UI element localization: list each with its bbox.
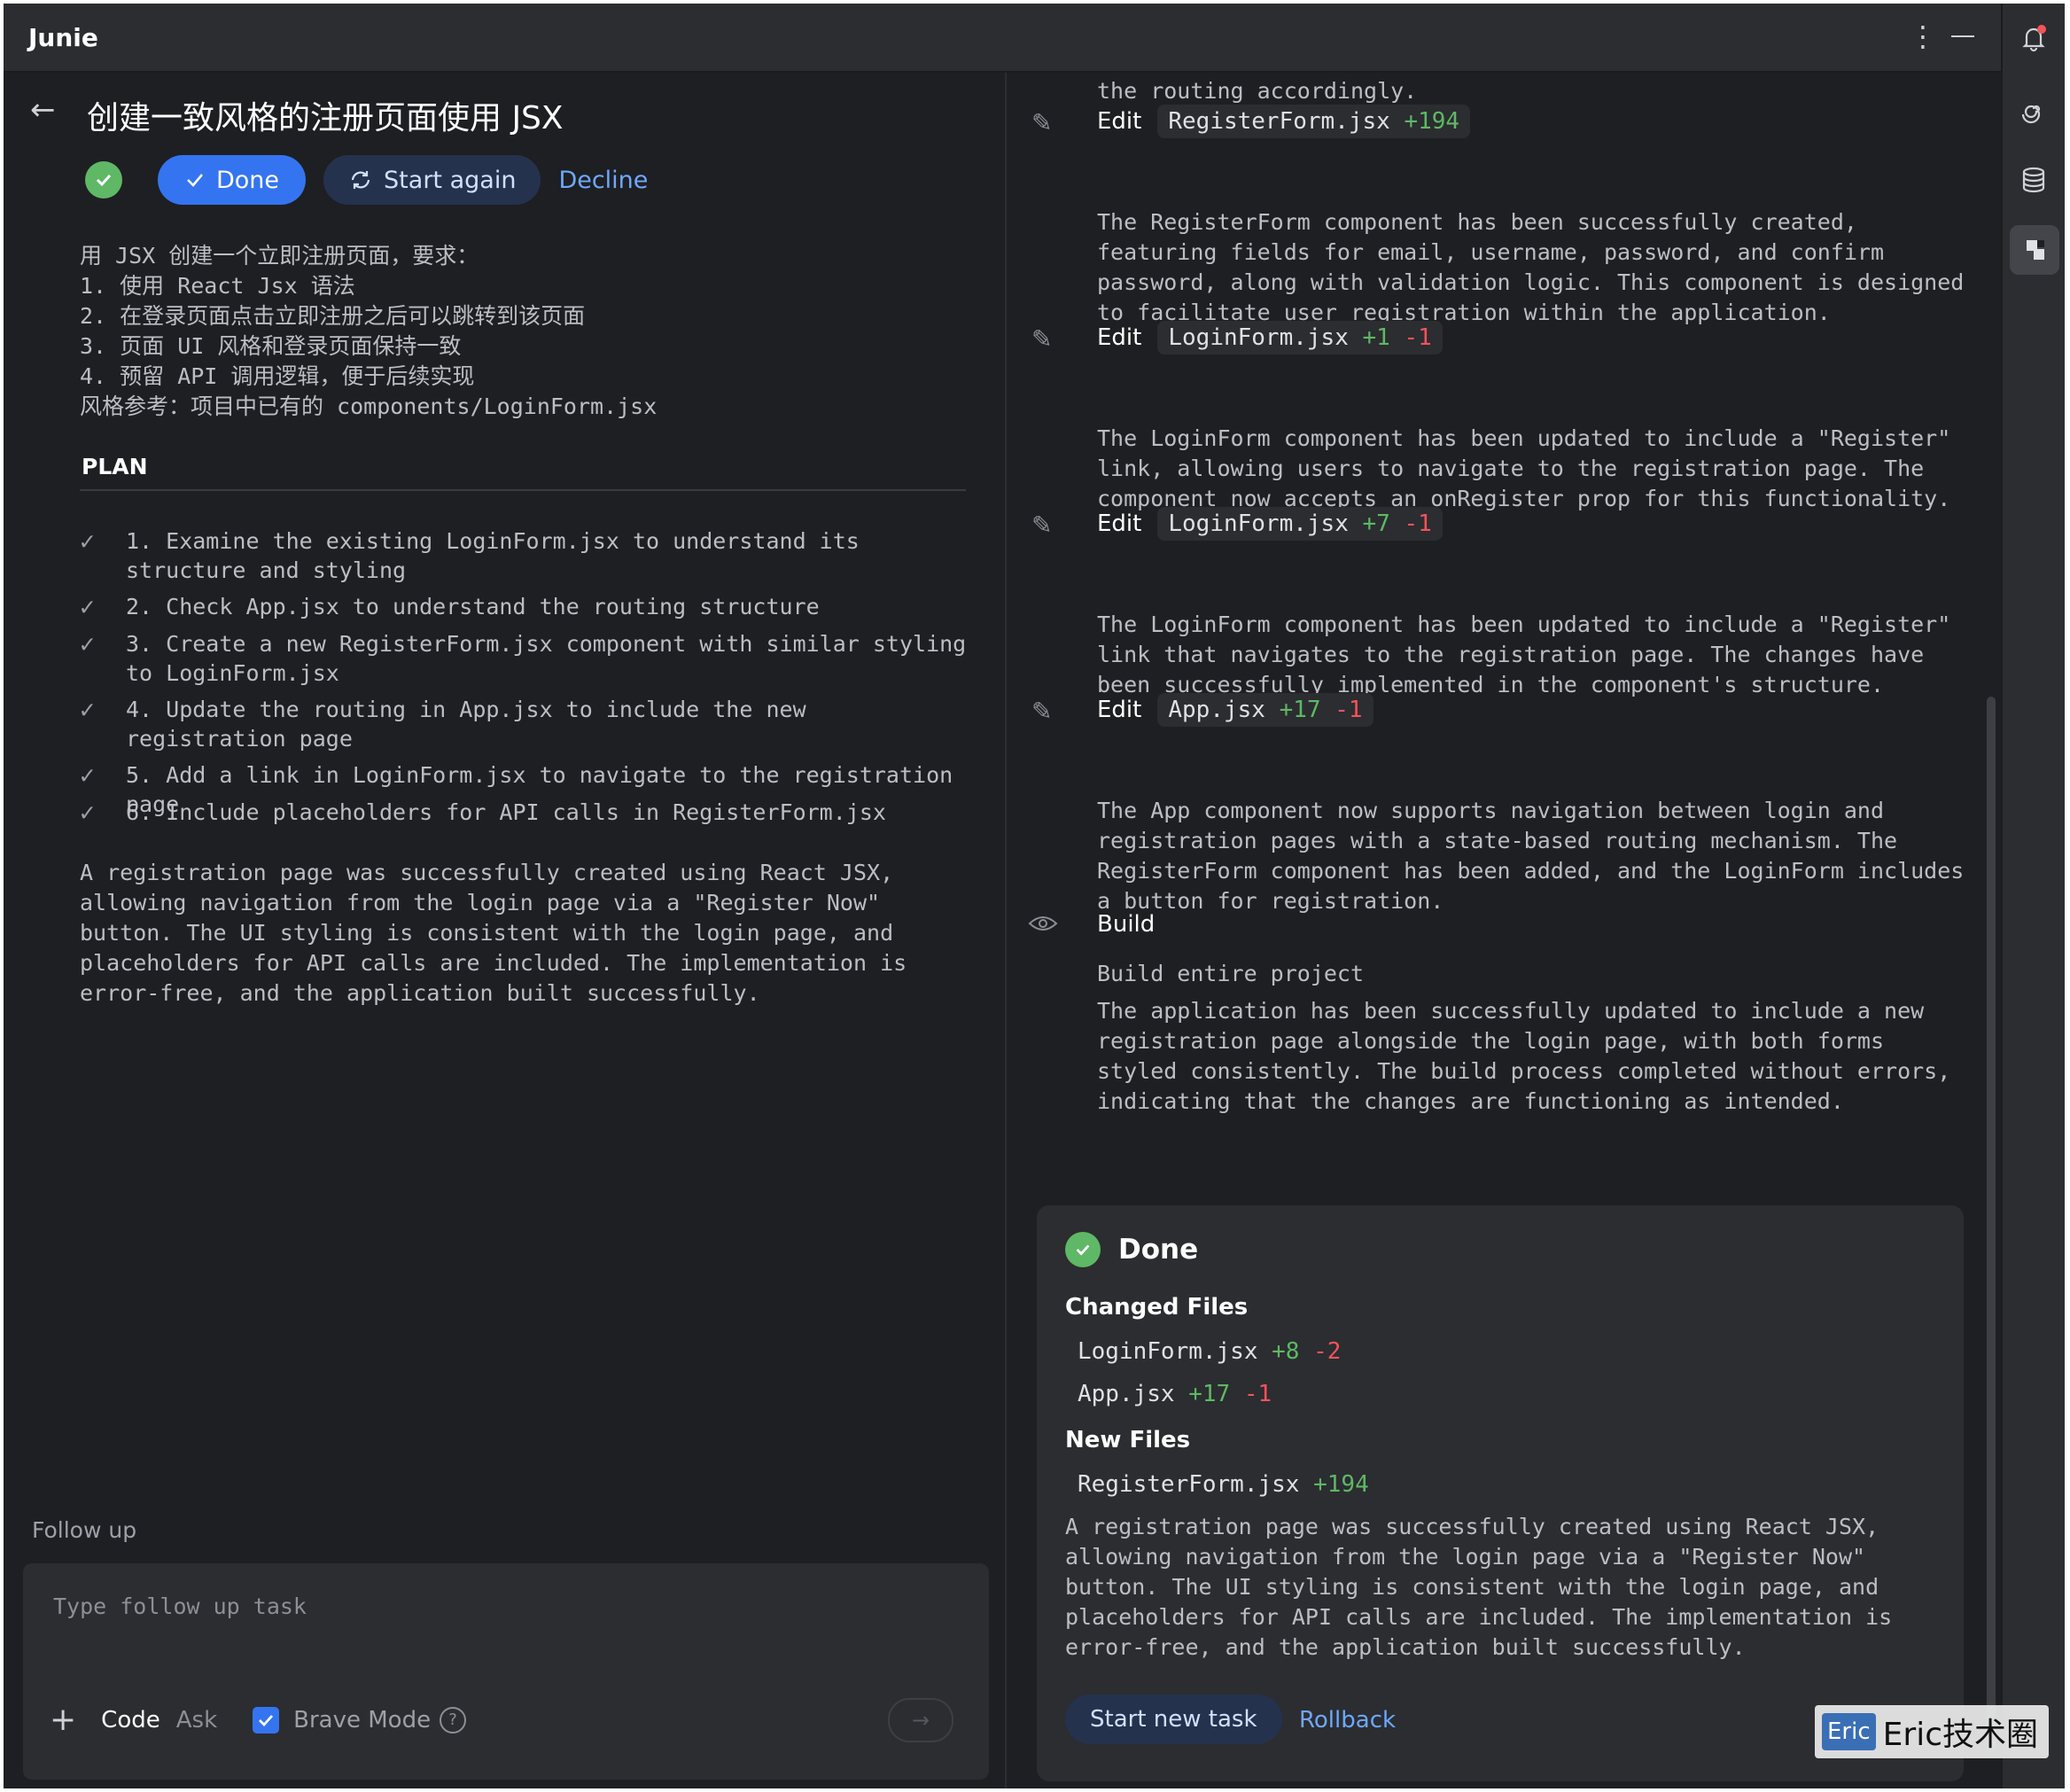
checkmark-icon: ✓ bbox=[80, 798, 95, 827]
build-action: Build bbox=[1097, 911, 1156, 938]
send-arrow-icon[interactable]: → bbox=[888, 1698, 953, 1742]
changed-file-item[interactable]: LoginForm.jsx +8 -2 bbox=[1078, 1338, 1341, 1365]
step-description: The App component now supports navigatio… bbox=[1097, 798, 1965, 914]
plan-summary: A registration page was successfully cre… bbox=[80, 860, 907, 1006]
checkmark-icon: ✓ bbox=[80, 526, 95, 556]
plan-item-text: 6. Include placeholders for API calls in… bbox=[126, 799, 886, 825]
new-files-heading: New Files bbox=[1065, 1427, 1191, 1453]
title-bar: Junie ⋮ bbox=[4, 4, 2001, 73]
eye-icon bbox=[1028, 911, 1058, 940]
checkmark-icon: ✓ bbox=[80, 592, 95, 621]
file-chip[interactable]: RegisterForm.jsx +194 bbox=[1157, 105, 1471, 138]
done-card-summary: A registration page was successfully cre… bbox=[1065, 1514, 1893, 1660]
pencil-icon: ✎ bbox=[1031, 324, 1053, 354]
step-header: Edit LoginForm.jsx +7 -1 bbox=[1097, 507, 1443, 541]
decline-link[interactable]: Decline bbox=[558, 167, 648, 194]
step-header: Edit LoginForm.jsx +1 -1 bbox=[1097, 321, 1443, 355]
start-again-label: Start again bbox=[384, 166, 517, 194]
done-button[interactable]: Done bbox=[158, 155, 307, 205]
tool-strip bbox=[2001, 4, 2065, 1788]
new-file-item[interactable]: RegisterForm.jsx +194 bbox=[1078, 1471, 1369, 1498]
task-title: 创建一致风格的注册页面使用 JSX bbox=[87, 100, 564, 136]
pencil-icon: ✎ bbox=[1031, 108, 1053, 137]
spiral-icon[interactable] bbox=[2013, 89, 2054, 129]
checkmark-icon bbox=[187, 174, 203, 187]
plan-divider bbox=[80, 489, 966, 491]
follow-up-label: Follow up bbox=[32, 1517, 137, 1543]
refresh-icon bbox=[351, 171, 370, 189]
junie-icon[interactable] bbox=[2010, 225, 2059, 275]
start-again-button[interactable]: Start again bbox=[323, 155, 541, 205]
changed-files-heading: Changed Files bbox=[1065, 1294, 1249, 1321]
app-title: Junie bbox=[28, 23, 98, 52]
task-requirements: 用 JSX 创建一个立即注册页面，要求： 1. 使用 React Jsx 语法 … bbox=[80, 243, 658, 419]
done-card: Done Changed Files LoginForm.jsx +8 -2 A… bbox=[1037, 1205, 1964, 1781]
task-pane: ← 创建一致风格的注册页面使用 JSX Done Start again Dec… bbox=[4, 73, 1005, 1788]
build-description: The application has been successfully up… bbox=[1097, 998, 1951, 1114]
pencil-icon: ✎ bbox=[1031, 510, 1053, 540]
file-chip[interactable]: App.jsx +17 -1 bbox=[1157, 693, 1374, 727]
plan-heading: PLAN bbox=[82, 454, 148, 479]
kebab-icon[interactable]: ⋮ bbox=[1909, 19, 1937, 53]
brave-mode-checkbox[interactable] bbox=[253, 1706, 280, 1734]
rollback-link[interactable]: Rollback bbox=[1299, 1707, 1396, 1734]
step-action: Edit bbox=[1097, 324, 1142, 351]
back-arrow-icon[interactable]: ← bbox=[30, 92, 56, 128]
plan-item-text: 4. Update the routing in App.jsx to incl… bbox=[126, 697, 806, 752]
step-description: The LoginForm component has been updated… bbox=[1097, 612, 1951, 697]
step-action: Edit bbox=[1097, 108, 1142, 135]
follow-up-box[interactable]: Type follow up task + Code Ask Brave Mod… bbox=[23, 1563, 989, 1780]
done-card-title: Done bbox=[1118, 1234, 1199, 1266]
plan-item-text: 3. Create a new RegisterForm.jsx compone… bbox=[126, 631, 967, 686]
checkmark-icon: ✓ bbox=[80, 629, 95, 658]
done-card-header: Done bbox=[1065, 1232, 1198, 1267]
step-description: The RegisterForm component has been succ… bbox=[1097, 209, 1965, 325]
brave-mode-label: Brave Mode bbox=[293, 1706, 432, 1734]
watermark-text: Eric技术圈 bbox=[1882, 1717, 2038, 1753]
pencil-icon: ✎ bbox=[1031, 697, 1053, 726]
step-action: Edit bbox=[1097, 510, 1142, 537]
done-button-label: Done bbox=[216, 166, 280, 194]
watermark: Eric Eric技术圈 bbox=[1815, 1705, 2049, 1758]
tab-code[interactable]: Code bbox=[101, 1707, 160, 1734]
step-action: Edit bbox=[1097, 697, 1142, 723]
step-text-partial: the routing accordingly. bbox=[1097, 78, 1418, 104]
file-chip[interactable]: LoginForm.jsx +7 -1 bbox=[1157, 507, 1443, 541]
tab-ask[interactable]: Ask bbox=[176, 1707, 217, 1734]
build-subtitle: Build entire project bbox=[1097, 961, 1365, 986]
check-circle-icon bbox=[1065, 1232, 1101, 1267]
bell-icon[interactable] bbox=[2013, 18, 2054, 58]
file-chip[interactable]: LoginForm.jsx +1 -1 bbox=[1157, 321, 1443, 355]
plan-item-text: 1. Examine the existing LoginForm.jsx to… bbox=[126, 528, 860, 583]
plus-icon[interactable]: + bbox=[50, 1702, 76, 1738]
plan-item-text: 2. Check App.jsx to understand the routi… bbox=[126, 594, 820, 619]
scrollbar[interactable] bbox=[1987, 697, 1996, 1751]
watermark-logo: Eric bbox=[1822, 1713, 1876, 1750]
check-circle-icon bbox=[85, 161, 122, 199]
step-description: The LoginForm component has been updated… bbox=[1097, 425, 1951, 511]
step-header: Edit RegisterForm.jsx +194 bbox=[1097, 105, 1471, 138]
changed-file-item[interactable]: App.jsx +17 -1 bbox=[1078, 1381, 1272, 1407]
checkmark-icon: ✓ bbox=[80, 695, 95, 724]
follow-up-toolbar: + Code Ask Brave Mode ? bbox=[50, 1702, 467, 1738]
task-status-row: Done Start again Decline bbox=[85, 154, 648, 206]
start-new-task-button[interactable]: Start new task bbox=[1065, 1695, 1282, 1744]
minimize-icon[interactable] bbox=[1951, 35, 1974, 37]
question-icon[interactable]: ? bbox=[440, 1706, 467, 1734]
step-header: Edit App.jsx +17 -1 bbox=[1097, 693, 1374, 727]
checkmark-icon: ✓ bbox=[80, 760, 95, 790]
follow-up-input[interactable]: Type follow up task bbox=[53, 1593, 307, 1619]
junie-window: Junie ⋮ ← 创建一致风格的注册页面使用 JSX Done Start a… bbox=[4, 4, 2065, 1788]
database-icon[interactable] bbox=[2013, 160, 2054, 200]
